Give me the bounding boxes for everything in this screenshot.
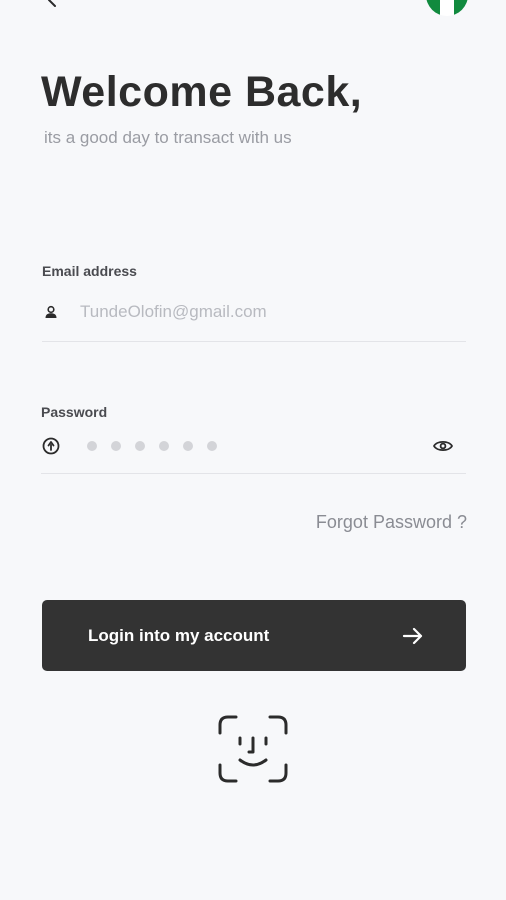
email-input[interactable] [80,300,440,324]
password-field[interactable] [41,428,466,474]
face-id-button[interactable] [218,715,288,783]
face-id-icon [218,715,288,783]
login-button[interactable]: Login into my account [42,600,466,671]
password-mask-dot [159,441,169,451]
login-button-label: Login into my account [88,625,270,645]
password-mask-dot [111,441,121,451]
forgot-password-link[interactable]: Forgot Password ? [316,512,467,533]
back-button[interactable] [38,0,66,14]
show-password-toggle[interactable] [432,436,454,456]
login-screen: Welcome Back, its a good day to transact… [0,0,506,900]
user-icon [42,303,60,321]
lock-icon [41,436,61,456]
email-field[interactable] [42,294,466,342]
password-mask-dot [87,441,97,451]
password-mask-dot [183,441,193,451]
password-mask-dot [135,441,145,451]
password-mask-dot [207,441,217,451]
email-label: Email address [42,263,137,279]
nigeria-flag-icon[interactable] [426,0,468,16]
chevron-left-icon [48,0,56,7]
arrow-right-icon [402,627,424,645]
page-title: Welcome Back, [41,68,363,116]
eye-icon [433,440,453,452]
password-label: Password [41,404,108,420]
page-subtitle: its a good day to transact with us [44,128,292,147]
password-input[interactable] [87,441,217,451]
